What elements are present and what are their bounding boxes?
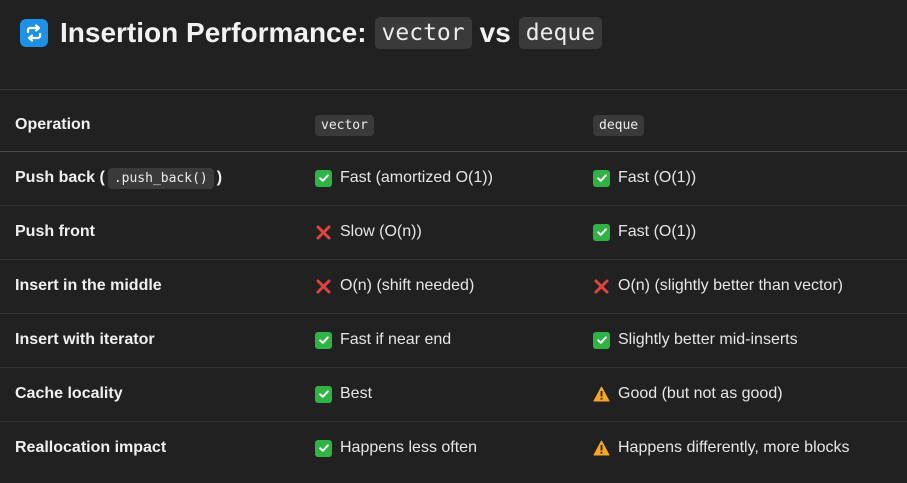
check-icon <box>593 223 610 241</box>
vector-text: Slow (O(n)) <box>340 223 422 240</box>
title-prefix: Insertion Performance: <box>60 17 367 48</box>
vector-text: O(n) (shift needed) <box>340 277 475 294</box>
check-icon <box>315 439 332 457</box>
table-row: Push back (.push_back()) Fast (amortized … <box>0 151 907 206</box>
header-deque: deque <box>578 99 907 152</box>
repeat-icon <box>20 19 48 47</box>
operation-label: Insert in the middle <box>15 277 162 294</box>
operation-cell: Push front <box>0 205 300 260</box>
operation-cell: Insert with iterator <box>0 313 300 368</box>
warning-icon <box>593 386 610 403</box>
deque-text: Slightly better mid-inserts <box>618 331 798 348</box>
vector-text: Happens less often <box>340 439 477 457</box>
page-title: Insertion Performance: vector vs deque <box>60 17 603 49</box>
vector-cell: Best <box>300 367 578 422</box>
operation-cell: Push back (.push_back()) <box>0 151 300 206</box>
deque-cell: Fast (O(1)) <box>578 151 907 206</box>
check-icon <box>593 331 610 349</box>
heading-divider <box>0 89 907 90</box>
table-row: Insert in the middle O(n) (shift needed) O… <box>0 259 907 314</box>
deque-cell: O(n) (slightly better than vector) <box>578 259 907 314</box>
deque-text: O(n) (slightly better than vector) <box>618 277 843 294</box>
header-vector: vector <box>300 99 578 152</box>
operation-cell: Reallocation impact <box>0 421 300 475</box>
deque-text: Fast (O(1)) <box>618 223 697 240</box>
table-row: Push front Slow (O(n)) Fast (O(1)) <box>0 205 907 260</box>
cross-icon <box>315 224 332 241</box>
operation-label: Insert with iterator <box>15 331 155 348</box>
operation-cell: Cache locality <box>0 367 300 422</box>
deque-cell: Slightly better mid-inserts <box>578 313 907 368</box>
operation-code: .push_back() <box>107 168 214 189</box>
operation-label: Push back ( <box>15 169 105 186</box>
cross-icon <box>315 278 332 295</box>
warning-icon <box>593 440 610 457</box>
vector-cell: Fast (amortized O(1)) <box>300 151 578 206</box>
vector-cell: Happens less often <box>300 421 578 475</box>
operation-label: Reallocation impact <box>15 439 167 457</box>
deque-cell: Happens differently, more blocks <box>578 421 907 475</box>
operation-label: Cache locality <box>15 385 123 402</box>
table-row: Cache locality Best Good (but not as good) <box>0 367 907 422</box>
operation-cell: Insert in the middle <box>0 259 300 314</box>
comparison-table: Operation vector deque Push back (.push_… <box>0 99 907 475</box>
deque-cell: Fast (O(1)) <box>578 205 907 260</box>
vector-cell: Fast if near end <box>300 313 578 368</box>
title-joiner: vs <box>479 17 511 48</box>
header-operation: Operation <box>0 99 300 152</box>
vector-text: Fast (amortized O(1)) <box>340 169 493 186</box>
check-icon <box>315 169 332 187</box>
table-row: Insert with iterator Fast if near end Slig… <box>0 313 907 368</box>
deque-cell: Good (but not as good) <box>578 367 907 422</box>
table-header-row: Operation vector deque <box>0 99 907 152</box>
operation-label: Push front <box>15 223 95 240</box>
deque-text: Good (but not as good) <box>618 385 783 402</box>
deque-text: Fast (O(1)) <box>618 169 697 186</box>
title-code-deque: deque <box>518 17 603 49</box>
check-icon <box>593 169 610 187</box>
operation-suffix: ) <box>216 169 223 186</box>
cross-icon <box>593 278 610 295</box>
vector-text: Best <box>340 385 373 402</box>
page-heading: Insertion Performance: vector vs deque <box>20 14 603 52</box>
check-icon <box>315 385 332 403</box>
table-row: Reallocation impact Happens less often Hap… <box>0 421 907 475</box>
title-code-vector: vector <box>374 17 472 49</box>
deque-text: Happens differently, more blocks <box>618 439 850 457</box>
vector-cell: Slow (O(n)) <box>300 205 578 260</box>
vector-cell: O(n) (shift needed) <box>300 259 578 314</box>
vector-text: Fast if near end <box>340 331 452 348</box>
check-icon <box>315 331 332 349</box>
